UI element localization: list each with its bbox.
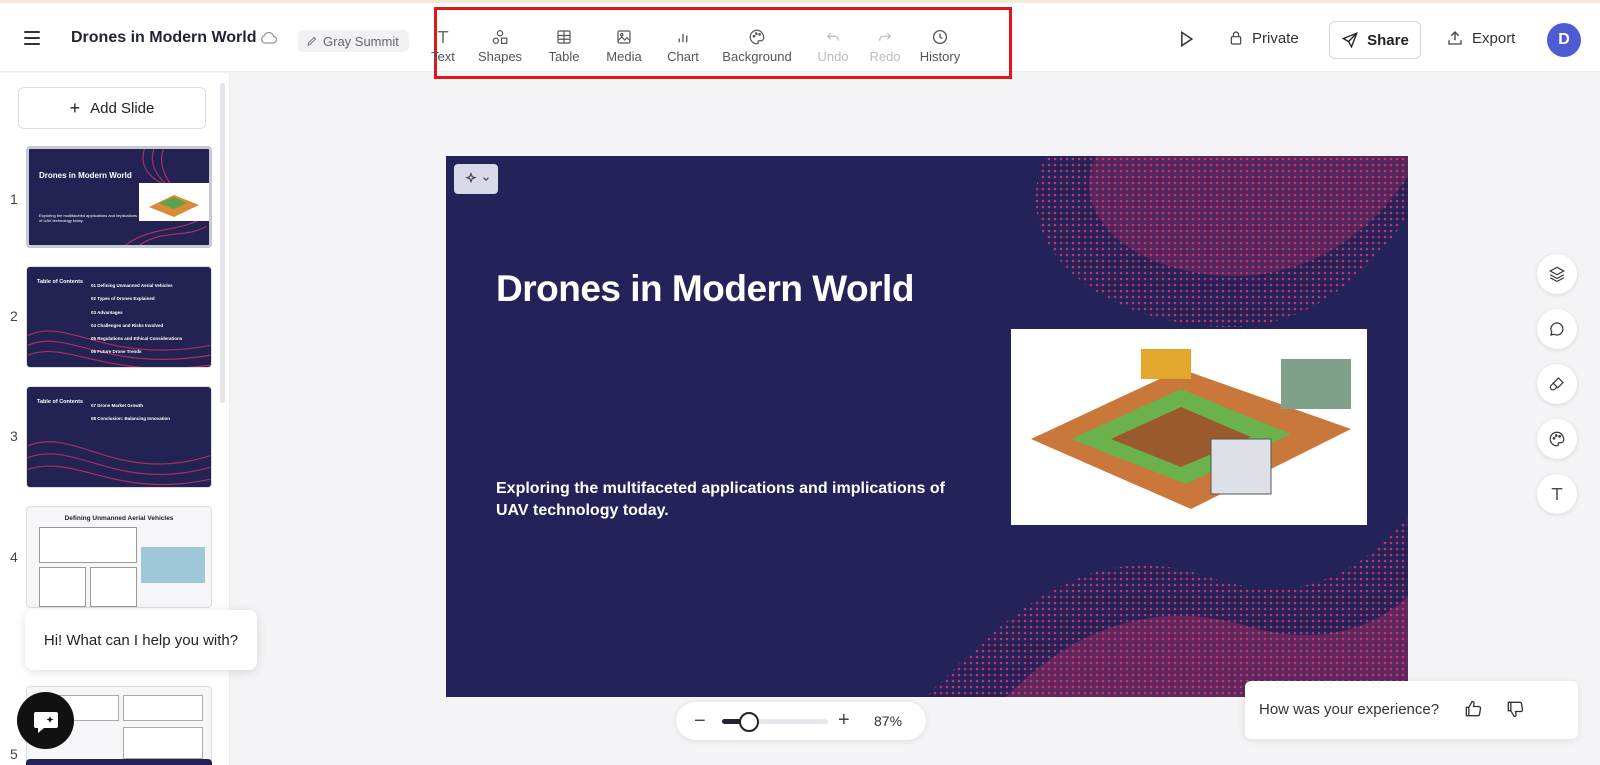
thumb-title: Table of Contents: [37, 399, 84, 405]
thumb-title: Defining Unmanned Aerial Vehicles: [64, 515, 174, 522]
upload-icon: [1448, 31, 1462, 45]
comments-button[interactable]: [1537, 309, 1577, 349]
top-bar: Drones in Modern World Gray Summit Text …: [0, 0, 1600, 79]
thumb-card: [123, 727, 203, 759]
zoom-out-button[interactable]: −: [694, 710, 706, 733]
slide-illustration[interactable]: [1011, 329, 1367, 525]
shapes-icon: [492, 30, 508, 44]
privacy-button[interactable]: Private: [1228, 29, 1299, 47]
slide-number: 5: [10, 746, 18, 762]
slide-thumbnail-4[interactable]: Defining Unmanned Aerial Vehicles: [26, 506, 212, 608]
thumb-subtitle: Exploring the multifaceted applications …: [39, 213, 138, 223]
palette-icon: [749, 29, 765, 45]
text-icon: [437, 31, 449, 43]
sparkle-icon: [464, 172, 477, 184]
lock-icon: [1230, 31, 1242, 45]
cloud-saved-icon: [261, 31, 278, 44]
send-icon: [1341, 32, 1359, 49]
feedback-widget: How was your experience?: [1245, 681, 1578, 739]
table-icon: [557, 30, 571, 44]
zoom-percent[interactable]: 87%: [874, 713, 902, 729]
palette-icon: [1549, 431, 1565, 447]
text-icon: [1551, 488, 1563, 500]
tool-table[interactable]: Table: [542, 16, 586, 76]
chevron-down-icon: [482, 177, 489, 182]
layers-button[interactable]: [1537, 254, 1577, 294]
slide-number: 2: [10, 308, 18, 324]
layers-icon: [1549, 266, 1565, 283]
tool-chart[interactable]: Chart: [661, 16, 705, 76]
share-button[interactable]: Share: [1329, 21, 1421, 59]
tool-shapes[interactable]: Shapes: [473, 16, 527, 76]
slide-canvas[interactable]: Drones in Modern World Exploring the mul…: [446, 156, 1408, 697]
thumb-toc-list: 01 Defining Unmanned Aerial Vehicles 02 …: [91, 283, 183, 355]
tool-text[interactable]: Text: [428, 16, 458, 76]
slide-number: 3: [10, 428, 18, 444]
slide-thumbnail-2[interactable]: Table of Contents 01 Defining Unmanned A…: [26, 266, 212, 368]
document-title[interactable]: Drones in Modern World: [71, 29, 256, 47]
feedback-question: How was your experience?: [1259, 701, 1440, 718]
theme-name: Gray Summit: [323, 33, 399, 49]
thumb-toc-list: 07 Drone Market Growth 08 Conclusion: Ba…: [91, 403, 171, 422]
slide-thumbnail-3[interactable]: Table of Contents 07 Drone Market Growth…: [26, 386, 212, 488]
theme-palette-button[interactable]: [1537, 419, 1577, 459]
tool-undo[interactable]: Undo: [813, 16, 853, 76]
slide-number: 4: [10, 549, 18, 565]
play-icon[interactable]: [1176, 29, 1196, 49]
sidebar-scrollbar[interactable]: [220, 83, 225, 403]
insert-toolbar: Text Shapes Table Media Chart Background…: [431, 7, 1012, 79]
zoom-slider[interactable]: [722, 712, 828, 732]
tool-media[interactable]: Media: [600, 16, 648, 76]
slide-subtitle[interactable]: Exploring the multifaceted applications …: [496, 478, 966, 522]
brush-icon: [1549, 377, 1564, 391]
tool-redo[interactable]: Redo: [865, 16, 905, 76]
assistant-greeting-bubble[interactable]: Hi! What can I help you with?: [25, 610, 257, 670]
clock-icon: [932, 29, 948, 45]
pen-icon: [307, 36, 317, 46]
zoom-control: − + 87%: [676, 702, 926, 740]
zoom-slider-handle[interactable]: [738, 712, 759, 732]
thumbs-down-icon[interactable]: [1505, 699, 1525, 719]
chart-icon: [678, 34, 688, 43]
ai-magic-button[interactable]: [454, 164, 498, 194]
user-avatar[interactable]: D: [1547, 23, 1581, 57]
comment-icon: [1550, 322, 1564, 336]
design-brush-button[interactable]: [1537, 364, 1577, 404]
tool-history[interactable]: History: [915, 16, 965, 76]
thumb-title: Table of Contents: [37, 279, 84, 285]
thumbs-up-icon[interactable]: [1463, 699, 1483, 719]
slide-thumbnail-6-partial[interactable]: [26, 759, 212, 765]
theme-chip[interactable]: Gray Summit: [298, 30, 409, 52]
thumb-photo: [141, 547, 205, 583]
plus-icon: +: [69, 97, 81, 118]
hamburger-menu-icon[interactable]: [24, 27, 46, 49]
zoom-in-button[interactable]: +: [838, 709, 850, 732]
chat-sparkle-icon: [33, 711, 58, 733]
thumb-title: Drones in Modern World: [39, 171, 132, 180]
thumb-illustration: [139, 183, 209, 221]
slide-thumbnail-1[interactable]: Drones in Modern World Exploring the mul…: [26, 146, 212, 248]
slide-number: 1: [10, 191, 18, 207]
export-button[interactable]: Export: [1446, 29, 1515, 47]
undo-icon: [826, 32, 839, 41]
thumb-card: [123, 695, 203, 721]
thumb-card: [90, 567, 137, 607]
text-style-button[interactable]: [1537, 474, 1577, 514]
tool-background[interactable]: Background: [717, 16, 797, 76]
redo-icon: [879, 32, 892, 41]
thumb-card: [39, 567, 86, 607]
slide-title[interactable]: Drones in Modern World: [496, 268, 914, 310]
chat-launcher-button[interactable]: [17, 692, 74, 749]
add-slide-button[interactable]: + Add Slide: [18, 87, 206, 129]
media-icon: [617, 30, 631, 44]
thumb-card: [39, 527, 137, 563]
